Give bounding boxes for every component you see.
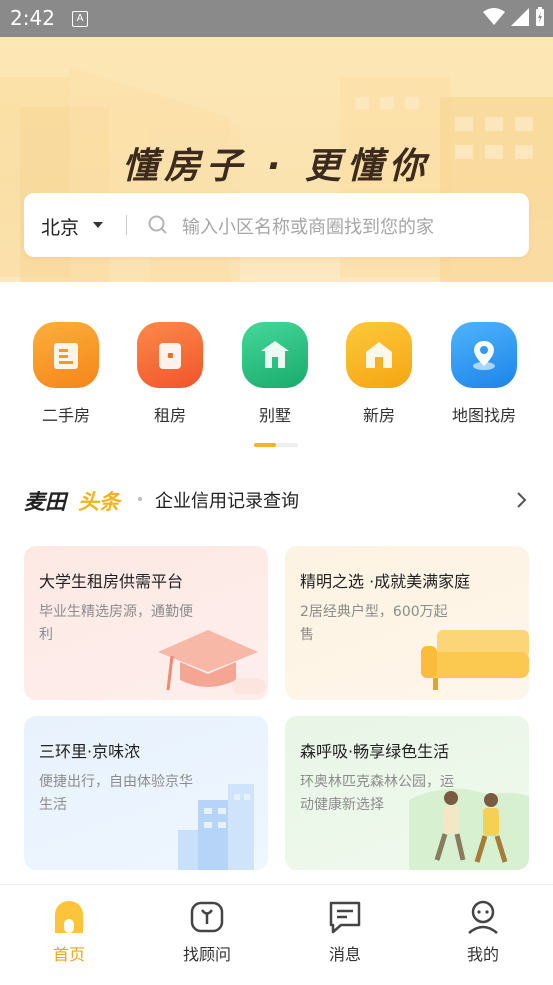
message-icon [300,897,390,937]
headline-logo: 麦田 [24,490,66,514]
tab-label: 找顾问 [182,945,231,964]
home-icon [24,897,114,937]
headline-logo-accent: 头条 [78,490,120,514]
category-rent[interactable]: 租房 [120,322,220,426]
status-bar: 2:42 A [0,0,553,37]
separator-dot [138,497,142,501]
notification-a-icon: A [72,11,88,27]
advisor-icon [162,897,252,937]
card-desc: 环奥林匹克森林公园，运动健康新选择 [300,774,454,813]
promo-card-family[interactable]: 精明之选 ·成就美满家庭 2居经典户型，600万起售 [285,546,529,700]
card-desc: 毕业生精选房源，通勤便利 [39,604,193,643]
card-desc: 便捷出行，自由体验京华生活 [39,774,193,813]
chevron-right-icon[interactable] [515,491,527,509]
tab-advisor[interactable]: 找顾问 [162,897,252,965]
search-icon [148,215,167,234]
tab-label: 消息 [328,945,361,964]
status-time: 2:42 [10,6,55,30]
wifi-icon [483,8,505,25]
category-label: 二手房 [41,406,90,425]
category-map-search[interactable]: 地图找房 [434,322,534,426]
hero-banner: 懂房子 · 更懂你 北京 输入小区名称或商圈找到您的家 [0,37,553,282]
headline-text: 企业信用记录查询 [155,491,299,512]
divider [126,215,127,235]
category-new-house[interactable]: 新房 [329,322,429,426]
promo-card-student-rent[interactable]: 大学生租房供需平台 毕业生精选房源，通勤便利 [24,546,268,700]
map-pin-icon [451,322,517,388]
category-second-hand[interactable]: 二手房 [16,322,116,426]
search-input[interactable]: 输入小区名称或商圈找到您的家 [182,213,434,239]
promo-card-forest[interactable]: 森呼吸·畅享绿色生活 环奥林匹克森林公园，运动健康新选择 [285,716,529,870]
card-title: 精明之选 ·成就美满家庭 [300,572,471,591]
hero-slogan: 懂房子 · 更懂你 [122,146,431,187]
city-selector[interactable]: 北京 [41,213,79,240]
category-grid: 二手房 租房 别墅 新房 地图找房 [0,322,553,432]
category-label: 别墅 [258,406,291,425]
building-icon [33,322,99,388]
card-title: 森呼吸·畅享绿色生活 [300,742,450,761]
signal-icon [511,8,529,26]
status-icons [483,7,545,27]
tab-home[interactable]: 首页 [24,897,114,965]
chevron-down-icon[interactable] [93,222,103,228]
category-villa[interactable]: 别墅 [225,322,325,426]
tab-profile[interactable]: 我的 [438,897,528,965]
tab-label: 首页 [52,945,85,964]
page-indicator-active [254,443,276,447]
category-label: 租房 [153,406,186,425]
tab-messages[interactable]: 消息 [300,897,390,965]
headline-bar[interactable]: 麦田 头条 企业信用记录查询 [24,482,529,518]
room-icon [137,322,203,388]
tab-label: 我的 [466,945,499,964]
profile-icon [438,897,528,937]
category-label: 新房 [362,406,395,425]
house-icon [346,322,412,388]
card-desc: 2居经典户型，600万起售 [300,604,448,643]
category-label: 地图找房 [451,406,516,425]
search-bar[interactable]: 北京 输入小区名称或商圈找到您的家 [24,193,529,257]
battery-icon [536,7,544,26]
card-title: 三环里·京味浓 [39,742,141,761]
bottom-tab-bar: 首页 找顾问 消息 我的 [0,884,553,985]
villa-icon [242,322,308,388]
promo-card-third-ring[interactable]: 三环里·京味浓 便捷出行，自由体验京华生活 [24,716,268,870]
card-title: 大学生租房供需平台 [39,572,184,591]
